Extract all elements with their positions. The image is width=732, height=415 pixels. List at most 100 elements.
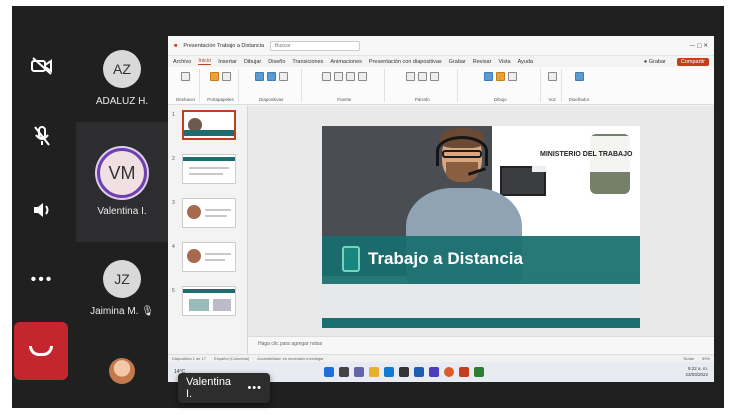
ribbon-group-label: Deshacer: [176, 97, 196, 102]
tab-presentacion[interactable]: Presentación con diapositivas: [369, 59, 442, 65]
slide-thumbnail[interactable]: [182, 242, 236, 272]
layout-icon[interactable]: [278, 72, 288, 81]
slide-number: 3: [172, 200, 175, 206]
participant-tile[interactable]: JZ Jaimina M. 🎙: [76, 260, 168, 317]
underline-icon[interactable]: [345, 72, 355, 81]
language-indicator[interactable]: Español (Colombia): [214, 356, 249, 361]
ribbon-group: Voz: [544, 69, 562, 102]
powerpoint-taskbar-icon[interactable]: [459, 367, 469, 377]
status-bar: Diapositiva 1 de 17 Español (Colombia) A…: [168, 354, 714, 362]
tab-grabar[interactable]: Grabar: [449, 59, 466, 65]
slide-bottom-strip: [322, 318, 640, 328]
presenter-name-tag[interactable]: Valentina I. •••: [178, 373, 270, 403]
notes-toggle[interactable]: Notas: [684, 356, 694, 361]
store-icon[interactable]: [399, 367, 409, 377]
ribbon-group-label: Dibujo: [493, 97, 507, 102]
zoom-level[interactable]: 59%: [702, 356, 710, 361]
ribbon-group: Portapapeles: [203, 69, 239, 102]
ribbon-group: Deshacer: [172, 69, 201, 102]
tab-archivo[interactable]: Archivo: [173, 59, 191, 65]
meeting-window: ••• AZ ADALUZ H. VM Valentina I. JZ Jaim…: [0, 0, 732, 415]
smartphone-icon: [342, 246, 360, 272]
hang-up-button[interactable]: [14, 322, 68, 380]
designer-icon[interactable]: [574, 72, 584, 81]
font-color-icon[interactable]: [357, 72, 367, 81]
slide-thumbnail[interactable]: [182, 110, 236, 140]
search-input[interactable]: Buscar: [270, 40, 361, 51]
accessibility-indicator[interactable]: Accesibilidad: es necesario investigar: [257, 356, 323, 361]
app-titlebar: ■ Presentación Trabajo a Distancia Busca…: [168, 36, 714, 56]
tab-ayuda[interactable]: Ayuda: [518, 59, 534, 65]
tab-inicio[interactable]: Inicio: [198, 58, 212, 65]
chrome-icon[interactable]: [444, 367, 454, 377]
slide-number: 5: [172, 288, 175, 294]
speaker-icon[interactable]: [12, 186, 72, 234]
shared-screen: ■ Presentación Trabajo a Distancia Busca…: [168, 36, 714, 382]
dictate-icon[interactable]: [547, 72, 557, 81]
participant-tile[interactable]: [76, 358, 168, 384]
tab-revisar[interactable]: Revisar: [473, 59, 492, 65]
file-explorer-icon[interactable]: [369, 367, 379, 377]
ribbon-group-label: Diseñador: [568, 97, 590, 102]
teams-icon[interactable]: [354, 367, 364, 377]
phone-hangup-icon: [29, 346, 53, 356]
ribbon-group: Diseñador: [565, 69, 594, 102]
ribbon-group: Diapositivas: [242, 69, 302, 102]
powerpoint-icon: ■: [174, 42, 178, 49]
ribbon-group-label: Portapapeles: [207, 97, 234, 102]
current-slide[interactable]: MINISTERIO DEL TRABAJO Trabajo a Distanc…: [322, 126, 640, 328]
headset-icon: [436, 136, 488, 166]
participant-name-text: Jaimina M.: [90, 306, 139, 317]
tab-transiciones[interactable]: Transiciones: [292, 59, 323, 65]
shapes-icon[interactable]: [483, 72, 493, 81]
paste-icon[interactable]: [210, 72, 220, 81]
word-icon[interactable]: [414, 367, 424, 377]
tab-diseno[interactable]: Diseño: [268, 59, 285, 65]
align-icon[interactable]: [429, 72, 439, 81]
record-button[interactable]: ● Grabar: [644, 59, 666, 65]
start-icon[interactable]: [324, 367, 334, 377]
window-controls[interactable]: — ▢ ✕: [690, 43, 708, 49]
participant-tile[interactable]: VM Valentina I.: [76, 148, 168, 217]
edge-icon[interactable]: [384, 367, 394, 377]
taskbar-clock[interactable]: 9:22 a. m. 23/03/2022: [685, 366, 708, 378]
slide-thumbnail[interactable]: [182, 154, 236, 184]
notes-pane[interactable]: Haga clic para agregar notas: [248, 336, 714, 354]
more-icon[interactable]: •••: [247, 382, 262, 394]
ribbon-group-label: Párrafo: [414, 97, 430, 102]
window-title: Presentación Trabajo a Distancia: [183, 42, 265, 49]
slide-counter: Diapositiva 1 de 17: [172, 356, 207, 361]
numbering-icon[interactable]: [417, 72, 427, 81]
ribbon-group: Párrafo: [388, 69, 458, 102]
mic-muted-icon[interactable]: [12, 112, 72, 160]
quick-styles-icon[interactable]: [507, 72, 517, 81]
camera-off-icon[interactable]: [12, 42, 72, 90]
slide-thumbnail[interactable]: [182, 286, 236, 316]
avatar: AZ: [103, 50, 141, 88]
participant-tile[interactable]: AZ ADALUZ H.: [76, 50, 168, 107]
tab-insertar[interactable]: Insertar: [218, 59, 237, 65]
tab-vista[interactable]: Vista: [498, 59, 510, 65]
share-button[interactable]: Compartir: [676, 57, 709, 66]
slide-number: 4: [172, 244, 175, 250]
undo-icon[interactable]: [181, 72, 191, 81]
app-icon[interactable]: [429, 367, 439, 377]
cut-icon[interactable]: [222, 72, 232, 81]
taskbar-icons: [324, 367, 484, 377]
bullets-icon[interactable]: [405, 72, 415, 81]
arrange-icon[interactable]: [495, 72, 505, 81]
tab-animaciones[interactable]: Animaciones: [330, 59, 362, 65]
more-options-icon[interactable]: •••: [12, 256, 72, 304]
bold-icon[interactable]: [321, 72, 331, 81]
new-slide-icon[interactable]: [254, 72, 264, 81]
search-icon[interactable]: [339, 367, 349, 377]
slide-number: 1: [172, 112, 175, 118]
participant-name: Valentina I.: [97, 206, 147, 217]
ribbon-tabs: Archivo Inicio Insertar Dibujar Diseño T…: [168, 56, 714, 67]
italic-icon[interactable]: [333, 72, 343, 81]
tab-dibujar[interactable]: Dibujar: [244, 59, 261, 65]
app-icon-2[interactable]: [474, 367, 484, 377]
ribbon-group: Dibujo: [461, 69, 541, 102]
reuse-slides-icon[interactable]: [266, 72, 276, 81]
slide-thumbnail[interactable]: [182, 198, 236, 228]
